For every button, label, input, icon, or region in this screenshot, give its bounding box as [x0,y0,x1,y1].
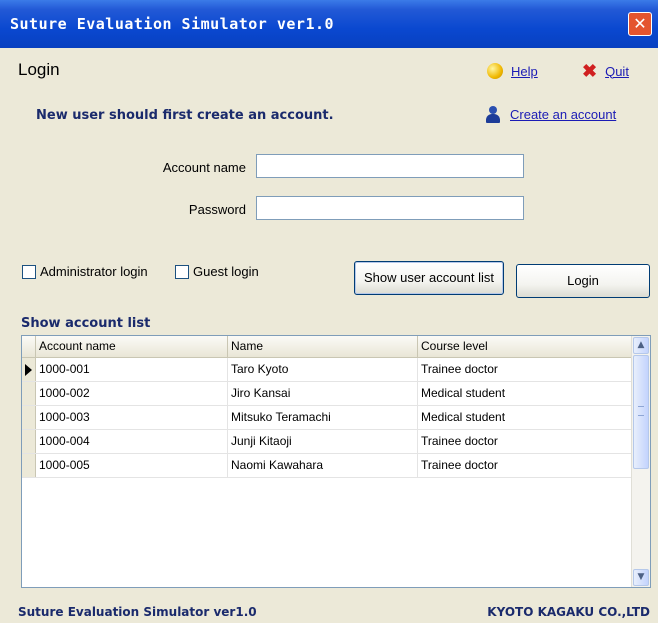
help-label: Help [511,63,538,79]
row-selector[interactable] [22,454,36,477]
current-row-arrow-icon [25,364,32,376]
user-icon [486,106,500,123]
vertical-scrollbar[interactable]: ▲ ▼ [631,336,650,587]
guest-login-checkbox[interactable]: Guest login [175,264,259,279]
account-name-input[interactable] [256,154,524,178]
row-selector[interactable] [22,382,36,405]
table-row[interactable]: 1000-004 Junji Kitaoji Trainee doctor [22,430,632,454]
chevron-down-icon: ▼ [637,572,645,582]
cell-name[interactable]: Mitsuko Teramachi [228,406,418,429]
cell-name[interactable]: Jiro Kansai [228,382,418,405]
row-selector[interactable] [22,430,36,453]
row-header-corner [22,336,36,357]
help-link[interactable]: Help [487,63,538,79]
cell-name[interactable]: Taro Kyoto [228,358,418,381]
cell-course[interactable]: Trainee doctor [418,430,632,453]
table-row[interactable]: 1000-002 Jiro Kansai Medical student [22,382,632,406]
new-user-notice: New user should first create an account. [36,108,334,123]
scroll-thumb[interactable] [633,355,649,469]
cell-account[interactable]: 1000-005 [36,454,228,477]
close-button[interactable]: ✕ [628,12,652,36]
show-user-list-button[interactable]: Show user account list [354,261,504,295]
close-icon: ✕ [633,14,647,33]
footer-app-name: Suture Evaluation Simulator ver1.0 [18,605,257,619]
login-panel: Login Help ✖ Quit New user should first … [0,48,658,623]
account-table[interactable]: Account name Name Course level 1000-001 … [21,335,651,588]
column-header-course[interactable]: Course level [418,336,632,357]
chevron-up-icon: ▲ [637,340,645,350]
admin-login-box[interactable] [22,264,36,279]
quit-icon: ✖ [582,61,598,81]
table-body: 1000-001 Taro Kyoto Trainee doctor 1000-… [22,358,632,478]
cell-account[interactable]: 1000-002 [36,382,228,405]
cell-name[interactable]: Junji Kitaoji [228,430,418,453]
scroll-down-button[interactable]: ▼ [633,569,649,586]
cell-course[interactable]: Medical student [418,382,632,405]
footer-company: KYOTO KAGAKU CO.,LTD [487,605,650,619]
page-title: Login [18,60,60,79]
guest-login-box[interactable] [175,264,189,279]
column-header-account[interactable]: Account name [36,336,228,357]
row-selector[interactable] [22,358,36,381]
grip-icon [638,406,644,416]
cell-account[interactable]: 1000-001 [36,358,228,381]
row-selector[interactable] [22,406,36,429]
help-icon [487,63,503,79]
login-button[interactable]: Login [516,264,650,298]
guest-login-label: Guest login [193,264,259,279]
account-name-label: Account name [162,160,246,175]
password-input[interactable] [256,196,524,220]
table-row[interactable]: 1000-005 Naomi Kawahara Trainee doctor [22,454,632,478]
scroll-up-button[interactable]: ▲ [633,337,649,354]
table-row[interactable]: 1000-003 Mitsuko Teramachi Medical stude… [22,406,632,430]
cell-account[interactable]: 1000-004 [36,430,228,453]
cell-account[interactable]: 1000-003 [36,406,228,429]
table-header: Account name Name Course level [22,336,632,358]
admin-login-checkbox[interactable]: Administrator login [22,264,148,279]
login-window: Suture Evaluation Simulator ver1.0 ✕ Log… [0,0,658,623]
cell-name[interactable]: Naomi Kawahara [228,454,418,477]
create-account-label: Create an account [510,107,617,122]
quit-link[interactable]: ✖ Quit [582,61,629,81]
cell-course[interactable]: Trainee doctor [418,454,632,477]
table-row[interactable]: 1000-001 Taro Kyoto Trainee doctor [22,358,632,382]
title-bar[interactable]: Suture Evaluation Simulator ver1.0 ✕ [0,0,658,48]
cell-course[interactable]: Trainee doctor [418,358,632,381]
create-account-link[interactable]: Create an account [486,106,616,123]
cell-course[interactable]: Medical student [418,406,632,429]
password-label: Password [188,202,246,217]
window-title: Suture Evaluation Simulator ver1.0 [10,15,335,33]
admin-login-label: Administrator login [40,264,148,279]
column-header-name[interactable]: Name [228,336,418,357]
quit-label: Quit [605,63,629,79]
account-list-title: Show account list [21,316,151,331]
